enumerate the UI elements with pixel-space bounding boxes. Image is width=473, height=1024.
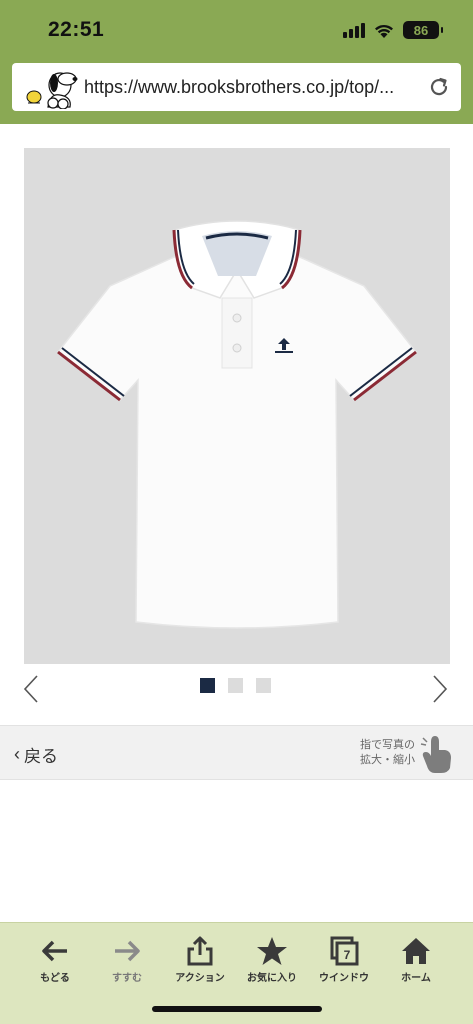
snoopy-favicon [26, 72, 78, 109]
zoom-hint: 指で写真の 拡大・縮小 [360, 738, 415, 768]
status-icons: 86 [343, 19, 443, 41]
back-button-label: もどる [40, 973, 70, 984]
back-label: 戻る [24, 747, 58, 766]
cellular-signal-icon [343, 22, 365, 38]
back-button[interactable]: もどる [20, 935, 90, 984]
carousel-prev-icon[interactable] [20, 674, 42, 704]
polo-shirt-illustration [56, 220, 418, 629]
zoom-hint-line1: 指で写真の [360, 739, 415, 751]
battery-icon: 86 [403, 21, 443, 39]
status-time: 22:51 [48, 18, 105, 41]
carousel-dot[interactable] [200, 678, 215, 693]
reload-icon[interactable] [427, 75, 451, 99]
windows-button-label: ウインドウ [319, 973, 369, 984]
back-arrow-icon [42, 940, 67, 962]
address-bar[interactable]: https://www.brooksbrothers.co.jp/top/... [12, 63, 461, 111]
product-image[interactable] [24, 148, 450, 664]
home-button[interactable]: ホーム [381, 935, 451, 984]
share-icon [187, 936, 213, 966]
forward-button-label: すすむ [112, 973, 142, 984]
action-button-label: アクション [175, 973, 225, 984]
star-icon [257, 937, 287, 965]
carousel-dots [200, 678, 271, 693]
forward-button[interactable]: すすむ [92, 935, 162, 984]
action-button[interactable]: アクション [165, 935, 235, 984]
back-link[interactable]: ‹ 戻る [14, 742, 58, 767]
favorites-button-label: お気に入り [247, 973, 297, 984]
home-indicator [152, 1006, 322, 1012]
windows-icon: 7 [330, 936, 359, 966]
forward-arrow-icon [115, 940, 140, 962]
chevron-left-icon: ‹ [14, 744, 20, 764]
home-icon [402, 938, 430, 964]
carousel-next-icon[interactable] [429, 674, 451, 704]
windows-button[interactable]: 7 ウインドウ [309, 935, 379, 984]
image-nav-strip: ‹ 戻る 指で写真の 拡大・縮小 [0, 725, 473, 780]
url-field[interactable]: https://www.brooksbrothers.co.jp/top/... [84, 77, 424, 98]
carousel-dot[interactable] [228, 678, 243, 693]
windows-count: 7 [344, 948, 351, 962]
pinch-hand-icon [420, 736, 451, 773]
browser-header: 22:51 86 https://www.brooksbrothers.co.j… [0, 0, 473, 124]
carousel-dot[interactable] [256, 678, 271, 693]
zoom-hint-line2: 拡大・縮小 [360, 754, 415, 766]
home-button-label: ホーム [401, 973, 431, 984]
favorites-button[interactable]: お気に入り [237, 935, 307, 984]
wifi-icon [375, 24, 393, 38]
